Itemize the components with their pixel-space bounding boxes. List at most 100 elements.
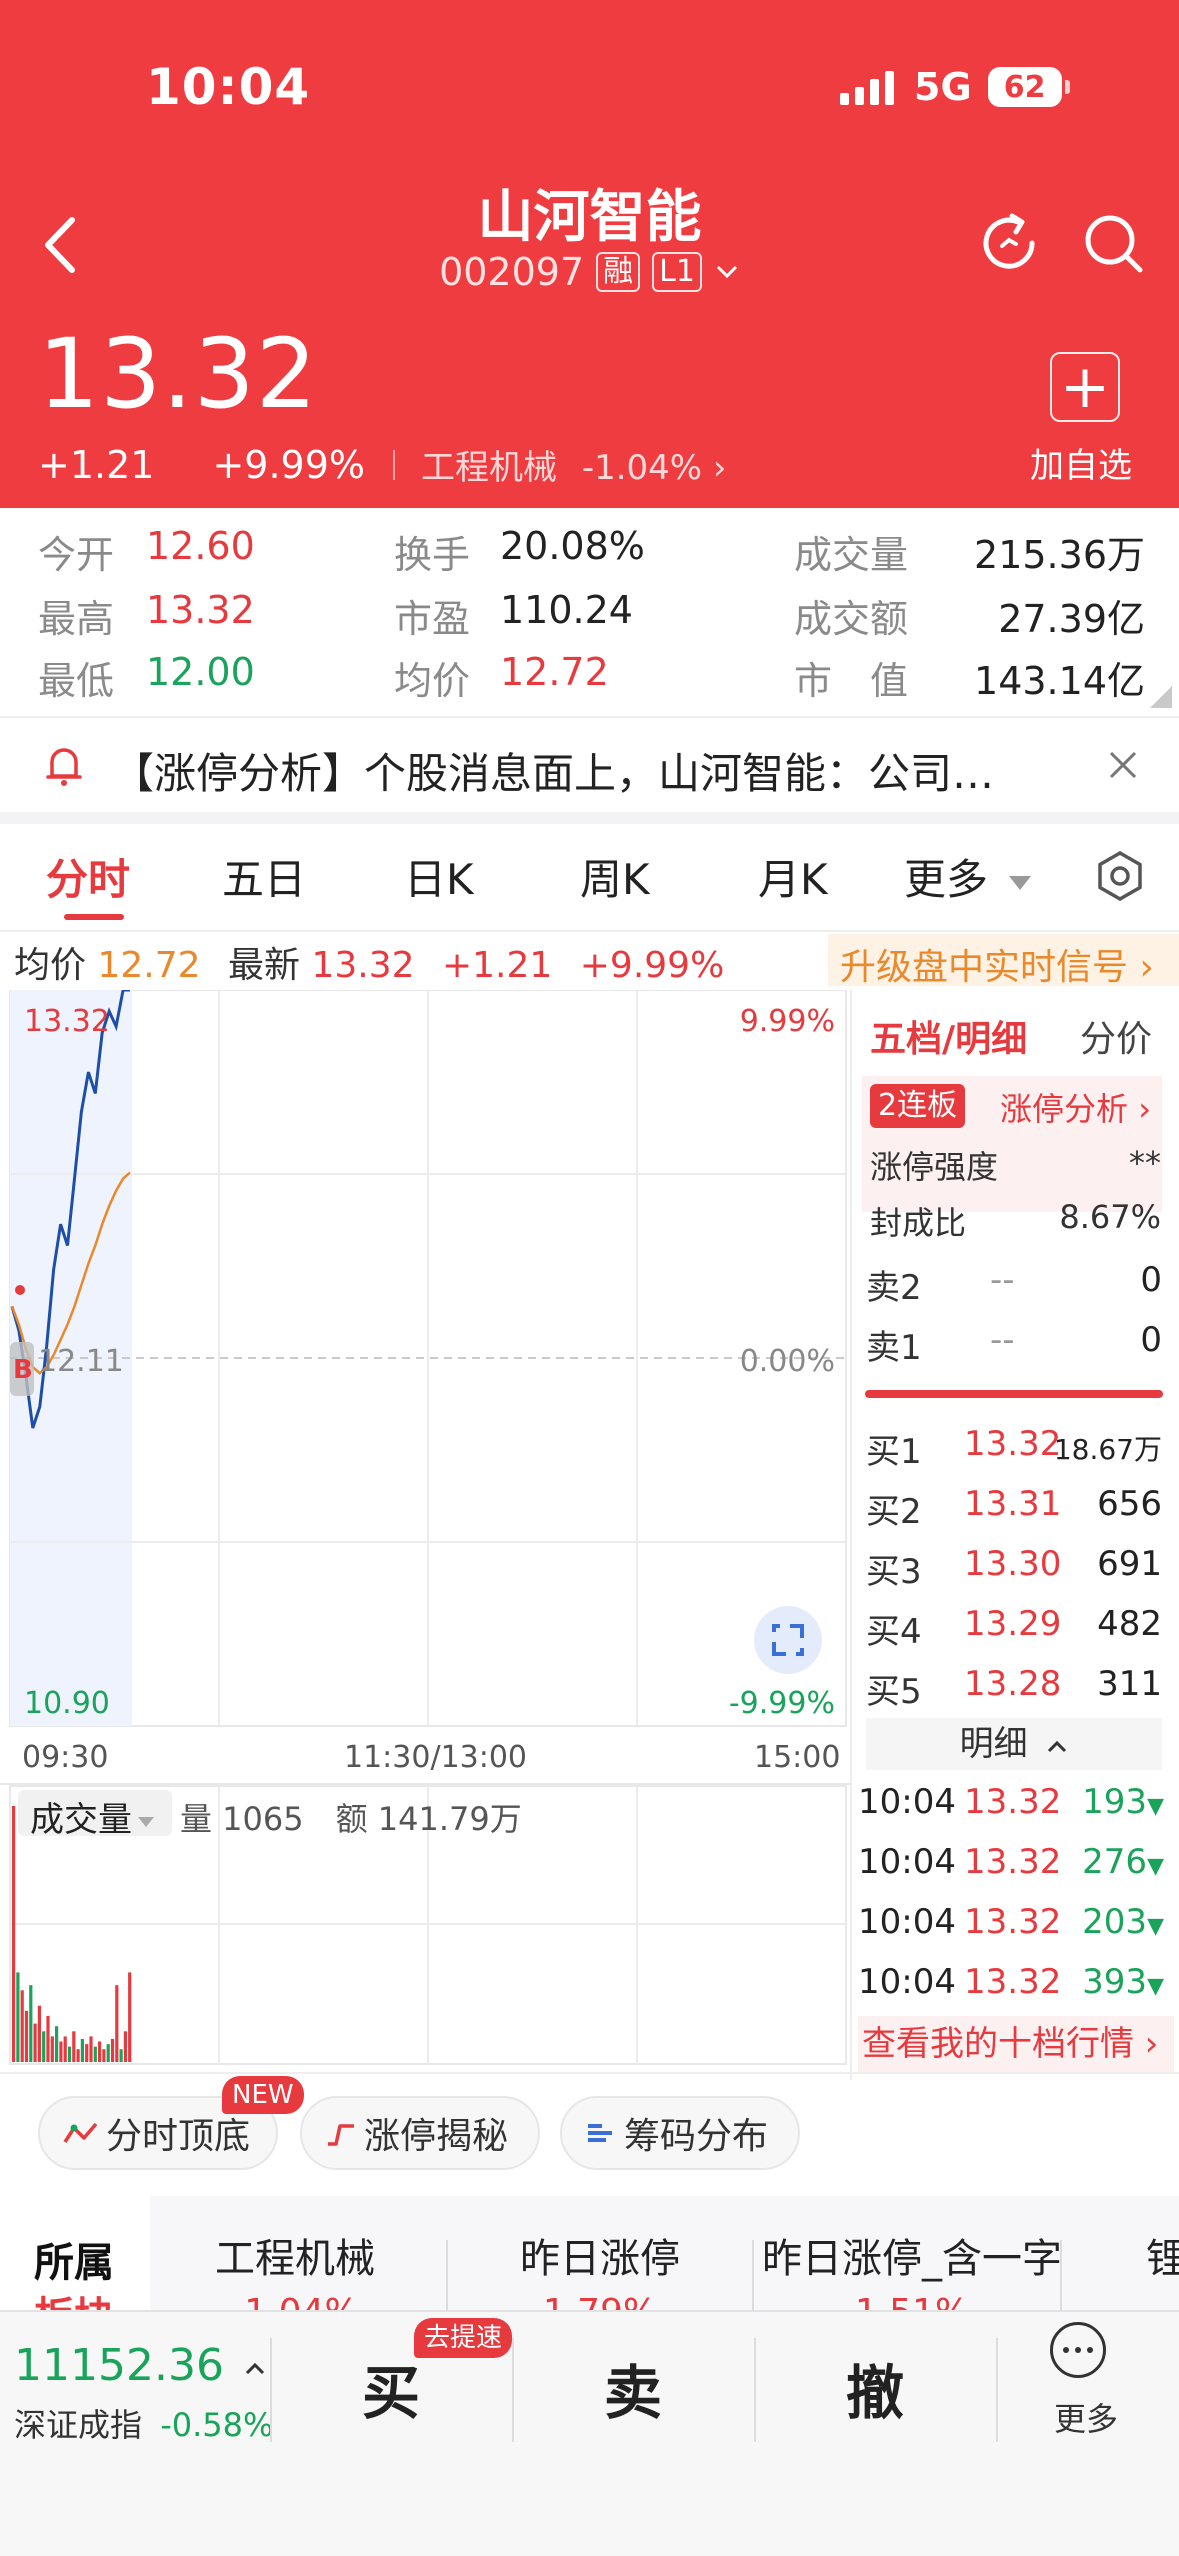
volume-bar [37, 2005, 41, 2062]
trade-volume: 203▼ [1082, 1902, 1164, 1942]
turnover-value: 20.08% [500, 524, 645, 568]
trade-time: 10:04 [858, 1782, 956, 1822]
sector-item-machinery[interactable]: 工程机械 [170, 2226, 420, 2284]
chip-intraday-top-bottom-label: 分时顶底 [106, 2116, 251, 2157]
trade-volume: 276▼ [1082, 1842, 1164, 1882]
upgrade-signal-link[interactable]: 升级盘中实时信号 › [840, 938, 1154, 990]
settings-icon[interactable] [1094, 850, 1146, 902]
sector-item-yesterday-limit[interactable]: 昨日涨停 [470, 2226, 730, 2284]
sell-arrow-icon: ▼ [1147, 1914, 1164, 1939]
trade-detail-row: 10:04 13.32 276▼ [858, 1840, 1164, 1896]
industry-link[interactable]: 工程机械 -1.04% › [421, 440, 727, 489]
bid-label: 买5 [866, 1672, 922, 1712]
refresh-icon[interactable] [976, 210, 1042, 276]
tab-monthly-k[interactable]: 月K [758, 846, 828, 907]
buy-marker-text: B [13, 1355, 33, 1385]
bid-label: 买4 [866, 1612, 922, 1652]
expand-corner-icon[interactable] [1150, 686, 1172, 708]
y-right-tick-low: -9.99% [728, 1686, 835, 1721]
index-ticker[interactable]: 11152.36 [14, 2340, 266, 2391]
limit-strength-value: ** [1129, 1144, 1161, 1182]
network-type: 5G [914, 65, 972, 109]
level-tag: L1 [652, 252, 702, 292]
sector-item-yesterday-limit-incl[interactable]: 昨日涨停_含一字 [762, 2226, 1062, 2284]
volume-bar [59, 2041, 63, 2062]
price-change-pct: +9.99% [212, 442, 366, 487]
x-tick-open: 09:30 [22, 1740, 109, 1775]
chevron-right-icon: › [1134, 2024, 1159, 2064]
tab-five-day[interactable]: 五日 [222, 846, 306, 907]
consecutive-limit-badge: 2连板 [870, 1084, 966, 1128]
margin-tag: 融 [596, 252, 641, 292]
bid-price: 13.28 [964, 1664, 1062, 1704]
add-watchlist-button[interactable]: + [1050, 352, 1120, 422]
sell-button[interactable]: 卖 [604, 2346, 662, 2430]
bid-price: 13.31 [964, 1484, 1062, 1524]
bid-volume: 311 [1097, 1664, 1162, 1704]
info-change: +1.21 [441, 945, 553, 986]
sell-arrow-icon: ▼ [1147, 1974, 1164, 1999]
detail-toggle[interactable]: 明细 [866, 1718, 1162, 1770]
caret-down-icon [1009, 875, 1032, 890]
add-watchlist-label[interactable]: 加自选 [1030, 438, 1132, 487]
price-change-row: +1.21 +9.99% 工程机械 -1.04% › [38, 440, 727, 489]
volume-bar [42, 2031, 46, 2062]
volume-bar [55, 2026, 59, 2062]
sector-item-lithium[interactable]: 锂 [1146, 2226, 1179, 2284]
chevron-right-icon: › [712, 448, 727, 488]
volume-bar [76, 2049, 80, 2062]
close-icon[interactable] [1108, 750, 1138, 780]
turnover-label: 换手 [394, 533, 471, 577]
ask-price: -- [990, 1260, 1015, 1300]
volume-indicator-label[interactable]: 成交量 [30, 1792, 154, 1841]
sector-heading: 所属 [34, 2240, 114, 2286]
tab-intraday[interactable]: 分时 [46, 846, 130, 907]
orderbook-tab-price[interactable]: 分价 [1080, 1010, 1152, 1062]
trade-price: 13.32 [964, 1782, 1062, 1822]
volume-bar [63, 2036, 67, 2062]
signal-icon [840, 69, 894, 105]
chevron-right-icon: › [1128, 1090, 1151, 1128]
high-label: 最高 [38, 597, 115, 641]
y-tick-high: 13.32 [24, 1004, 110, 1039]
search-icon[interactable] [1080, 210, 1146, 276]
seal-ratio-value: 8.67% [1059, 1198, 1161, 1236]
chip-chip-distribution[interactable]: 筹码分布 [560, 2096, 800, 2170]
chart-info-row: 均价 12.72 最新 13.32 +1.21 +9.99% [14, 936, 724, 988]
volume-bar [85, 2044, 89, 2062]
volume-bar [115, 1985, 119, 2062]
cancel-order-button[interactable]: 撤 [846, 2346, 904, 2430]
more-label[interactable]: 更多 [1054, 2394, 1118, 2440]
trend-line-icon [63, 2122, 98, 2143]
more-icon[interactable] [1050, 2322, 1106, 2378]
chip-limit-reveal[interactable]: 涨停揭秘 [300, 2096, 540, 2170]
trade-detail-row: 10:04 13.32 393▼ [858, 1960, 1164, 2016]
trade-detail-row: 10:04 13.32 203▼ [858, 1900, 1164, 1956]
stock-code: 002097 [439, 250, 585, 294]
notice-text[interactable]: 【涨停分析】个股消息面上，山河智能：公司… [112, 740, 994, 801]
chip-chip-distribution-label: 筹码分布 [624, 2116, 769, 2157]
limit-analysis-link[interactable]: 涨停分析 › [1000, 1084, 1151, 1130]
tab-more[interactable]: 更多 [904, 846, 1032, 907]
tab-weekly-k[interactable]: 周K [580, 846, 650, 907]
intraday-chart[interactable]: B [0, 990, 850, 2076]
chevron-right-icon: › [1128, 947, 1154, 988]
upgrade-signal-text: 升级盘中实时信号 [840, 947, 1129, 988]
index-name-row[interactable]: 深证成指 -0.58% [14, 2400, 273, 2446]
signal-dot [15, 1285, 25, 1295]
fullscreen-button[interactable] [754, 1606, 822, 1674]
bid-label: 买2 [866, 1492, 922, 1532]
buy-button[interactable]: 买 [362, 2346, 420, 2430]
trade-price: 13.32 [964, 1842, 1062, 1882]
limit-strength-label: 涨停强度 [870, 1148, 999, 1186]
trade-volume: 393▼ [1082, 1962, 1164, 2002]
detail-toggle-label: 明细 [959, 1724, 1028, 1764]
ten-level-quote-link[interactable]: 查看我的十档行情 › [858, 2016, 1174, 2072]
tab-daily-k[interactable]: 日K [404, 846, 474, 907]
bid-volume: 482 [1097, 1604, 1162, 1644]
trade-price: 13.32 [964, 1902, 1062, 1942]
chevron-down-icon [716, 265, 737, 279]
low-value: 12.00 [146, 650, 255, 694]
orderbook-tab-depth[interactable]: 五档/明细 [870, 1010, 1027, 1062]
amount-value: 27.39亿 [998, 597, 1145, 641]
